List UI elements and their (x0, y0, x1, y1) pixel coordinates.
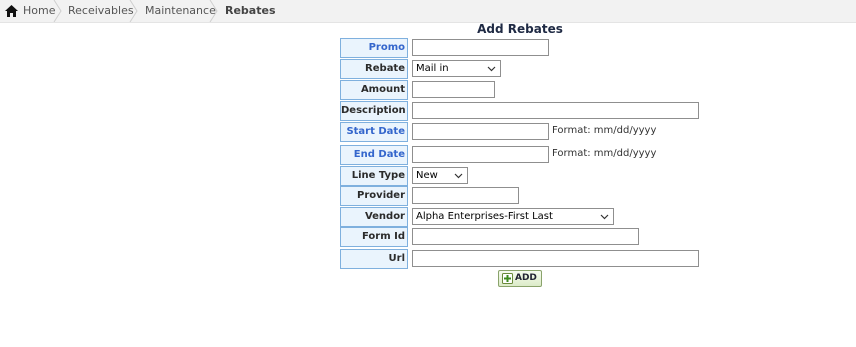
home-icon[interactable] (5, 5, 18, 17)
page-title: Add Rebates (477, 22, 563, 36)
add-button[interactable]: ADD (498, 270, 542, 287)
provider-label: Provider (340, 186, 408, 206)
add-button-label: ADD (515, 273, 537, 283)
form-id-input[interactable] (412, 228, 639, 245)
chevron-down-icon (600, 214, 609, 220)
end-date-format-hint: Format: mm/dd/yyyy (552, 148, 657, 159)
promo-input[interactable] (412, 39, 549, 56)
amount-input[interactable] (412, 81, 495, 98)
breadcrumb: Home Receivables Maintenance Rebates (0, 0, 856, 23)
breadcrumb-separator (53, 0, 62, 22)
vendor-value: Alpha Enterprises-First Last (416, 211, 553, 222)
url-label: Url (340, 249, 408, 269)
line-type-label: Line Type (340, 166, 408, 186)
chevron-down-icon (487, 66, 496, 72)
provider-input[interactable] (412, 187, 519, 204)
promo-label[interactable]: Promo (340, 38, 408, 58)
rebate-type-label: Rebate Type (340, 59, 408, 92)
start-date-input[interactable] (412, 123, 549, 140)
start-date-label[interactable]: Start Date (340, 122, 408, 142)
description-label: Description (340, 101, 408, 121)
vendor-select[interactable]: Alpha Enterprises-First Last (412, 208, 614, 225)
rebate-type-select[interactable]: Mail in (412, 60, 501, 77)
breadcrumb-home[interactable]: Home (23, 0, 55, 22)
vendor-label: Vendor (340, 207, 408, 227)
chevron-down-icon (454, 173, 463, 179)
breadcrumb-maintenance[interactable]: Maintenance (145, 0, 216, 22)
rebate-type-value: Mail in (416, 63, 449, 74)
plus-icon (502, 273, 513, 284)
amount-label: Amount (340, 80, 408, 100)
start-date-format-hint: Format: mm/dd/yyyy (552, 125, 657, 136)
form-id-label: Form Id (340, 227, 408, 247)
breadcrumb-receivables[interactable]: Receivables (68, 0, 134, 22)
line-type-select[interactable]: New (412, 167, 468, 184)
breadcrumb-separator (209, 0, 218, 22)
breadcrumb-rebates: Rebates (225, 4, 276, 17)
end-date-input[interactable] (412, 146, 549, 163)
url-input[interactable] (412, 250, 699, 267)
line-type-value: New (416, 170, 438, 181)
breadcrumb-separator (129, 0, 138, 22)
end-date-label[interactable]: End Date (340, 145, 408, 165)
description-input[interactable] (412, 102, 699, 119)
